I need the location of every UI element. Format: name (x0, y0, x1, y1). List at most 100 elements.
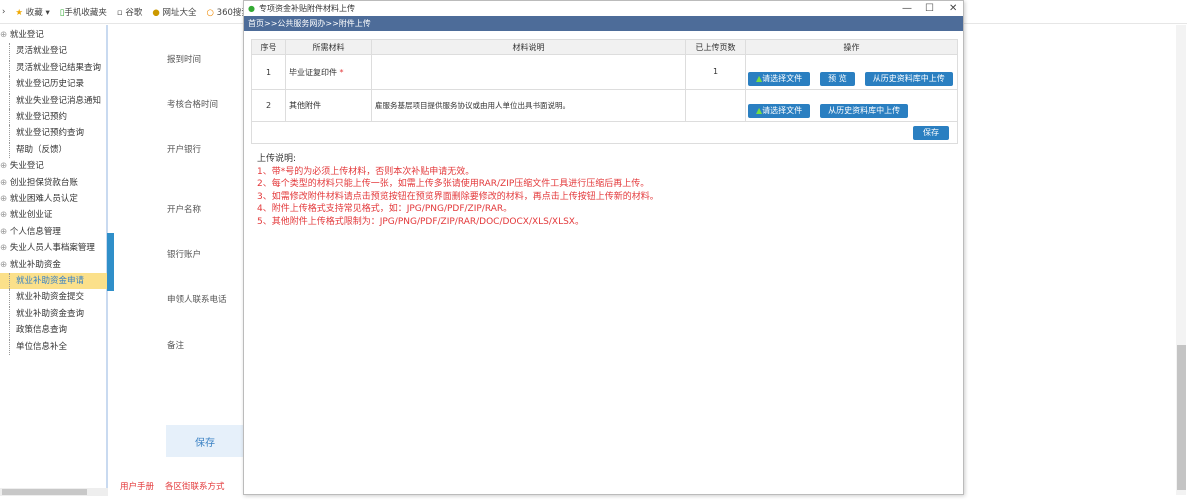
instructions-title: 上传说明: (257, 154, 297, 164)
sidebar-item[interactable]: ⊕ 失业人员人事档案管理 (0, 240, 108, 256)
search-icon: ○ (206, 7, 214, 18)
star-icon: ★ (15, 7, 24, 18)
sidebar-horizontal-scrollbar[interactable] (0, 488, 108, 496)
scrollbar-thumb[interactable] (1177, 345, 1186, 490)
breadcrumb: 首页>>公共服务网办>>附件上传 (244, 16, 963, 31)
dialog-save-button[interactable]: 保存 (913, 125, 949, 140)
row-no: 1 (251, 54, 286, 90)
sidebar-item[interactable]: 就业失业登记消息通知 (0, 92, 108, 109)
upload-dialog: ● 专项资金补贴附件材料上传 — ☐ ✕ 首页>>公共服务网办>>附件上传 序号… (243, 0, 964, 495)
table-row: 2 其他附件 雇服务基层项目提供服务协议或由用人单位出具书面说明。 ▲请选择文件… (251, 89, 958, 122)
row-pages: 1 (685, 54, 746, 90)
sidebar-item-label: 个人信息管理 (9, 226, 61, 237)
choose-file-button[interactable]: ▲请选择文件 (748, 72, 811, 86)
sidebar-collapse-handle[interactable] (107, 233, 114, 291)
sidebar-item-label: 就业补助资金提交 (16, 292, 85, 303)
row-desc (371, 54, 686, 90)
save-button[interactable]: 保存 (166, 425, 244, 457)
sidebar-item[interactable]: ⊕ 就业登记 (0, 27, 108, 43)
sidebar-item-label: 就业补助资金 (9, 259, 61, 270)
sidebar-item[interactable]: 就业补助资金提交 (0, 289, 108, 306)
instruction-item: 5、其他附件上传格式限制为：JPG/PNG/PDF/ZIP/RAR/DOC/DO… (257, 216, 584, 227)
sidebar-item-label: 帮助（反馈） (16, 144, 68, 155)
maximize-icon[interactable]: ☐ (925, 3, 934, 14)
required-mark: * (339, 67, 344, 77)
expand-icon: ⊕ (0, 177, 10, 188)
instruction-item: 2、每个类型的材料只能上传一张，如需上传多张请使用RAR/ZIP压缩文件工具进行… (257, 179, 650, 189)
sidebar-item[interactable]: ⊕ 失业登记 (0, 158, 108, 174)
instruction-item: 4、附件上传格式支持常见格式，如：JPG/PNG/PDF/ZIP/RAR。 (257, 204, 513, 214)
sidebar-item-label: 就业困难人员认定 (9, 194, 78, 204)
sidebar-item-label: 失业登记 (9, 161, 44, 172)
expand-icon: ⊕ (0, 161, 10, 172)
sidebar-item-label: 单位信息补全 (16, 341, 68, 352)
col-material: 所需材料 (285, 39, 372, 55)
history-upload-button[interactable]: 从历史资料库中上传 (820, 103, 909, 118)
preview-button[interactable]: 预 览 (820, 72, 855, 86)
row-material: 其他附件 (285, 89, 372, 122)
row-actions: ▲请选择文件 从历史资料库中上传 (745, 89, 958, 122)
form-label: 备注 (167, 341, 185, 351)
row-actions: ▲请选择文件预 览从历史资料库中上传 (745, 54, 958, 90)
sidebar-item[interactable]: 就业补助资金申请 (0, 273, 108, 289)
sidebar-item[interactable]: ⊕ 个人信息管理 (0, 224, 108, 240)
sidebar-item[interactable]: ⊕ 就业补助资金 (0, 257, 108, 273)
sidebar-item-label: 政策信息查询 (16, 325, 68, 336)
sidebar-item[interactable]: 帮助（反馈） (0, 141, 108, 158)
form-label: 银行账户 (167, 250, 202, 260)
sidebar-item-label: 就业创业证 (9, 210, 53, 221)
dialog-title: 专项资金补贴附件材料上传 (258, 4, 355, 13)
expand-icon: ⊕ (0, 259, 10, 270)
sidebar-item[interactable]: 就业登记历史记录 (0, 76, 108, 93)
bookmark-mobile[interactable]: ▯手机收藏夹 (60, 6, 107, 18)
forward-icon[interactable]: › (2, 7, 5, 17)
sidebar-item[interactable]: 就业登记预约查询 (0, 125, 108, 142)
sidebar-item[interactable]: 就业补助资金查询 (0, 305, 108, 322)
page-icon: ▫ (116, 7, 123, 18)
bookmark-favorites[interactable]: ★ 收藏 ▾ (15, 6, 49, 18)
app-icon: ● (248, 4, 255, 13)
sidebar-item[interactable]: ⊕ 就业困难人员认定 (0, 191, 108, 207)
globe-icon: ● (152, 7, 160, 18)
close-icon[interactable]: ✕ (949, 3, 957, 14)
choose-file-button[interactable]: ▲请选择文件 (748, 103, 811, 118)
sidebar-item[interactable]: 灵活就业登记 (0, 43, 108, 60)
minimize-icon[interactable]: — (902, 3, 912, 14)
user-manual-link[interactable]: 用户手册 (120, 480, 154, 492)
expand-icon: ⊕ (0, 30, 10, 40)
sidebar-item-label: 就业补助资金申请 (16, 276, 85, 286)
form-label: 开户银行 (167, 145, 202, 155)
sidebar-item-label: 失业人员人事档案管理 (9, 243, 95, 254)
row-desc: 雇服务基层项目提供服务协议或由用人单位出具书面说明。 (371, 89, 686, 122)
sidebar-item[interactable]: ⊕ 就业创业证 (0, 207, 108, 223)
col-desc: 材料说明 (371, 39, 686, 55)
bookmark-directory[interactable]: ● 网址大全 (152, 6, 196, 18)
sidebar-item-label: 灵活就业登记结果查询 (16, 62, 102, 73)
table-row: 1 毕业证复印件 * 1 ▲请选择文件预 览从历史资料库中上传 (251, 54, 958, 90)
expand-icon: ⊕ (0, 243, 10, 254)
col-no: 序号 (251, 39, 286, 55)
history-upload-button[interactable]: 从历史资料库中上传 (864, 72, 953, 86)
sidebar-item-label: 就业登记 (9, 30, 44, 40)
sidebar-item-label: 就业补助资金查询 (16, 308, 85, 319)
sidebar-item-label: 就业失业登记消息通知 (16, 95, 102, 106)
sidebar-item[interactable]: ⊕ 创业担保贷款台账 (0, 175, 108, 191)
sidebar-item[interactable]: 灵活就业登记结果查询 (0, 59, 108, 76)
sidebar-item[interactable]: 就业登记预约 (0, 109, 108, 125)
sidebar-item-label: 灵活就业登记 (16, 46, 68, 57)
sidebar-tree: ⊕ 就业登记灵活就业登记灵活就业登记结果查询就业登记历史记录就业失业登记消息通知… (0, 25, 108, 495)
district-contacts-link[interactable]: 各区街联系方式 (165, 480, 225, 492)
sidebar-item[interactable]: 政策信息查询 (0, 322, 108, 339)
row-pages (685, 89, 746, 122)
col-pages: 已上传页数 (685, 39, 746, 55)
row-material: 毕业证复印件 * (285, 54, 372, 90)
form-label: 报到时间 (167, 55, 202, 65)
col-actions: 操作 (745, 39, 958, 55)
form-label: 开户名称 (167, 205, 202, 215)
dialog-titlebar: ● 专项资金补贴附件材料上传 — ☐ ✕ (244, 1, 963, 16)
sidebar-item[interactable]: 单位信息补全 (0, 338, 108, 355)
materials-table: 序号 所需材料 材料说明 已上传页数 操作 1 毕业证复印件 * 1 ▲请选择文… (251, 39, 958, 144)
expand-icon: ⊕ (0, 210, 10, 221)
bookmark-google[interactable]: ▫ 谷歌 (117, 6, 142, 18)
sidebar-item-label: 创业担保贷款台账 (9, 177, 78, 188)
